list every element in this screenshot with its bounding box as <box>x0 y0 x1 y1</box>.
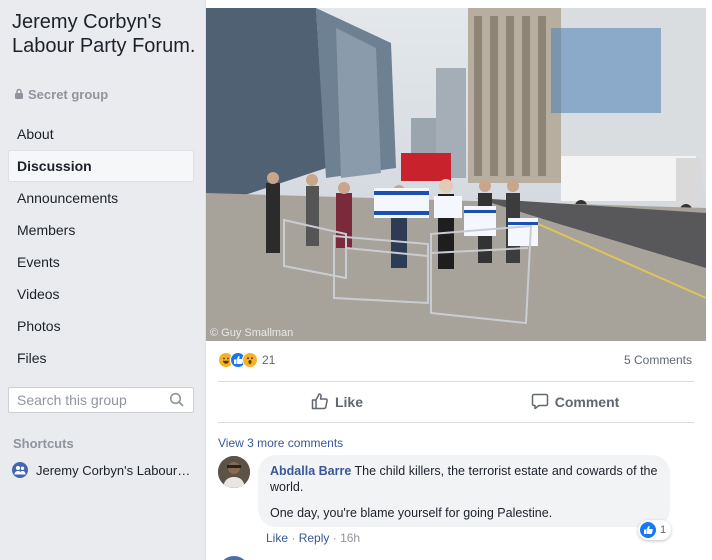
group-nav: About Discussion Announcements Members E… <box>8 118 194 374</box>
comments-count[interactable]: 5 Comments <box>624 353 692 367</box>
nav-item-events[interactable]: Events <box>8 246 194 278</box>
search-input[interactable] <box>17 392 157 408</box>
post-photo[interactable]: © Guy Smallman <box>206 8 706 341</box>
separator: · <box>291 531 299 545</box>
photo-credit: © Guy Smallman <box>210 327 293 339</box>
like-icon <box>640 522 656 538</box>
comment-text-2: One day, you're blame yourself for going… <box>270 506 553 520</box>
comment-time[interactable]: 16h <box>340 531 360 545</box>
like-label: Like <box>334 394 363 410</box>
like-button[interactable]: Like <box>218 383 456 421</box>
search-icon[interactable] <box>169 392 185 413</box>
group-search <box>8 387 194 413</box>
wow-icon <box>242 352 258 368</box>
lock-icon <box>14 87 24 102</box>
privacy-text: Secret group <box>28 87 109 102</box>
shortcuts-heading: Shortcuts <box>13 436 74 451</box>
reaction-count: 21 <box>262 353 276 367</box>
divider <box>218 422 694 423</box>
nav-item-members[interactable]: Members <box>8 214 194 246</box>
comment-like-link[interactable]: Like <box>266 531 288 545</box>
nav-item-about[interactable]: About <box>8 118 194 150</box>
nav-item-announcements[interactable]: Announcements <box>8 182 194 214</box>
post-card: © Guy Smallman 21 5 Comments Like Commen… <box>205 0 712 560</box>
nav-item-videos[interactable]: Videos <box>8 278 194 310</box>
group-icon <box>12 462 28 478</box>
comment-button[interactable]: Comment <box>456 383 694 421</box>
nav-item-discussion[interactable]: Discussion <box>8 150 194 182</box>
comment-reply-link[interactable]: Reply <box>299 531 330 545</box>
comment-bubble: Abdalla Barre The child killers, the ter… <box>258 455 670 527</box>
view-more-comments-link[interactable]: View 3 more comments <box>218 436 343 450</box>
privacy-label: Secret group <box>14 87 108 102</box>
comment-icon <box>531 392 549 413</box>
comment-author[interactable]: Abdalla Barre <box>270 464 351 478</box>
comment-label: Comment <box>554 394 620 410</box>
left-sidebar: Jeremy Corbyn's Labour Party Forum. Secr… <box>0 0 205 560</box>
avatar[interactable] <box>218 456 250 488</box>
comment-reactions[interactable]: 1 <box>638 520 672 540</box>
shortcut-label: Jeremy Corbyn's Labour Party Forum. <box>36 462 191 478</box>
nav-item-photos[interactable]: Photos <box>8 310 194 342</box>
group-title[interactable]: Jeremy Corbyn's Labour Party Forum. <box>12 10 197 58</box>
thumbs-up-icon <box>311 392 329 413</box>
comment-reaction-count: 1 <box>660 524 667 536</box>
post-actions: Like Comment <box>218 383 694 421</box>
shortcut-item[interactable]: Jeremy Corbyn's Labour Party Forum. <box>12 462 197 478</box>
avatar[interactable] <box>218 556 250 560</box>
reactions-summary[interactable]: 21 <box>218 352 275 368</box>
separator: · <box>332 531 341 545</box>
comment-meta: Like · Reply · 16h <box>266 531 360 545</box>
nav-item-files[interactable]: Files <box>8 342 194 374</box>
divider <box>218 381 694 382</box>
